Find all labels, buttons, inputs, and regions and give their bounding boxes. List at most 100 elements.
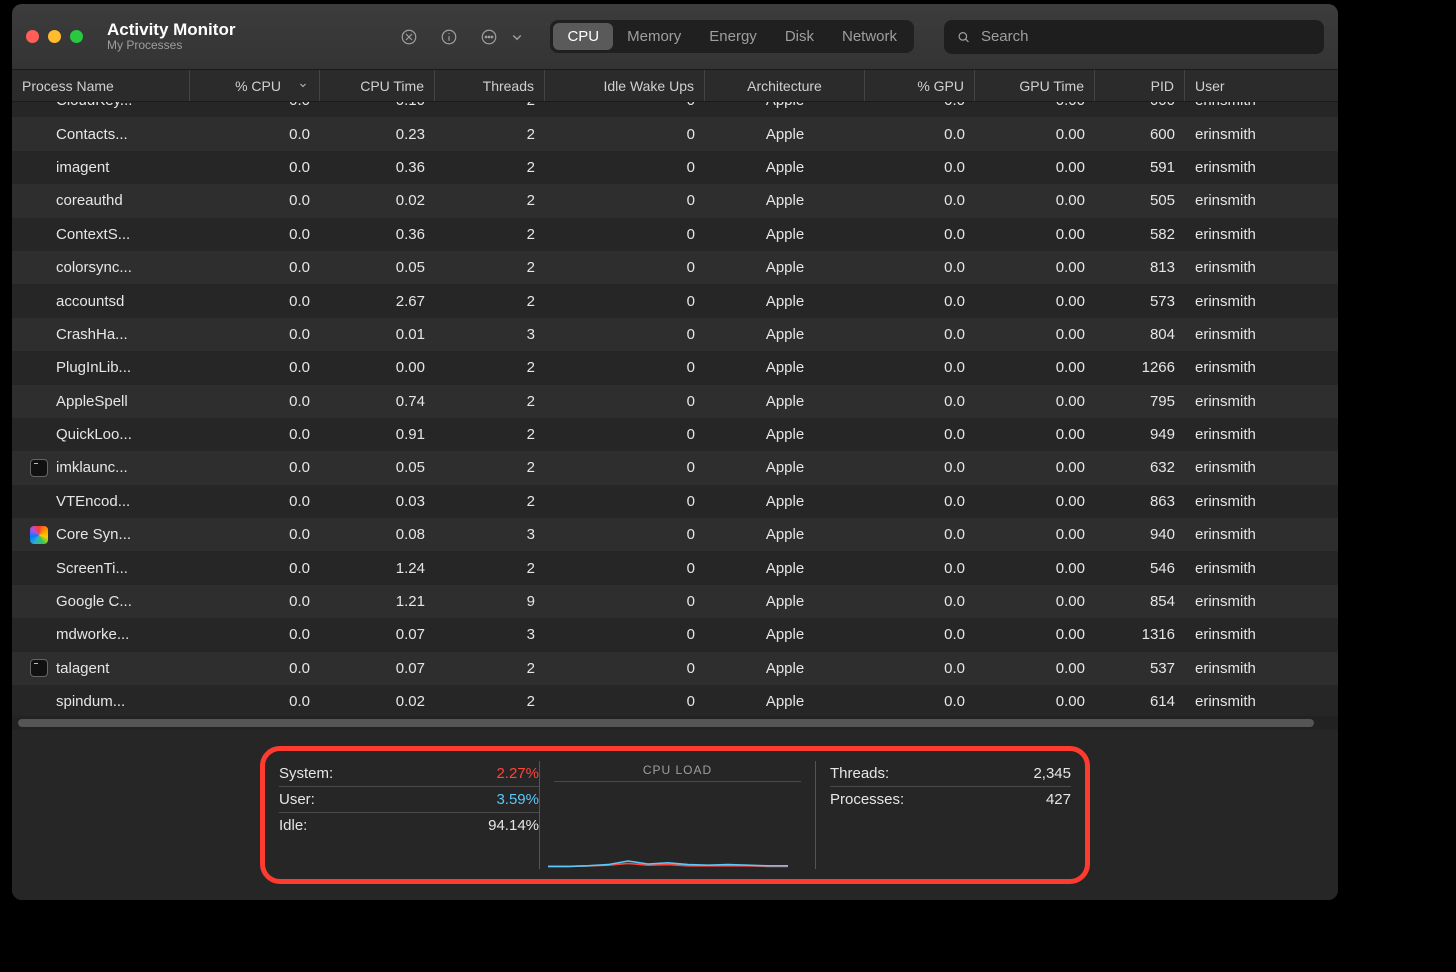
title-block: Activity Monitor My Processes — [107, 20, 235, 53]
cell-threads: 2 — [435, 126, 545, 143]
cell-threads: 2 — [435, 359, 545, 376]
tab-memory[interactable]: Memory — [613, 23, 695, 50]
options-button[interactable] — [474, 22, 504, 52]
table-row[interactable]: Contacts...0.00.2320Apple0.00.00600erins… — [12, 117, 1338, 150]
cell-cpu: 0.0 — [190, 102, 320, 109]
table-row[interactable]: Core Syn...0.00.0830Apple0.00.00940erins… — [12, 518, 1338, 551]
tab-network[interactable]: Network — [828, 23, 911, 50]
minimize-window-button[interactable] — [48, 30, 61, 43]
horizontal-scrollbar[interactable] — [12, 716, 1338, 730]
table-row[interactable]: coreauthd0.00.0220Apple0.00.00505erinsmi… — [12, 184, 1338, 217]
sort-chevron-down-icon — [281, 78, 309, 94]
cell-threads: 2 — [435, 226, 545, 243]
table-row[interactable]: ContextS...0.00.3620Apple0.00.00582erins… — [12, 218, 1338, 251]
cell-gpu: 0.0 — [865, 159, 975, 176]
column-headers: Process Name % CPU CPU TimeThreadsIdle Wak… — [12, 70, 1338, 102]
column-header-gpu-time[interactable]: GPU Time — [975, 70, 1095, 101]
cell-cpu: 0.0 — [190, 626, 320, 643]
column-header-pid[interactable]: PID — [1095, 70, 1185, 101]
column-header-label: % CPU — [235, 78, 281, 94]
cell-cpu: 0.0 — [190, 226, 320, 243]
cell-user: erinsmith — [1185, 192, 1325, 209]
column-header-architecture[interactable]: Architecture — [705, 70, 865, 101]
cell-idle: 0 — [545, 192, 705, 209]
table-row[interactable]: Google C...0.01.2190Apple0.00.00854erins… — [12, 585, 1338, 618]
cell-time: 0.91 — [320, 426, 435, 443]
tab-energy[interactable]: Energy — [695, 23, 771, 50]
table-row[interactable]: talagent0.00.0720Apple0.00.00537erinsmit… — [12, 652, 1338, 685]
cell-time: 0.36 — [320, 159, 435, 176]
column-header-label: Architecture — [747, 78, 822, 94]
user-label: User: — [279, 791, 315, 808]
zoom-window-button[interactable] — [70, 30, 83, 43]
table-row[interactable]: mdworke...0.00.0730Apple0.00.001316erins… — [12, 618, 1338, 651]
cpu-summary-box: System: 2.27% User: 3.59% Idle: 94.14% C… — [260, 746, 1090, 884]
search-input[interactable] — [979, 27, 1312, 46]
process-name: AppleSpell — [56, 393, 128, 410]
cell-threads: 2 — [435, 459, 545, 476]
table-row[interactable]: VTEncod...0.00.0320Apple0.00.00863erinsm… — [12, 485, 1338, 518]
close-window-button[interactable] — [26, 30, 39, 43]
cell-cpu: 0.0 — [190, 192, 320, 209]
table-row[interactable]: imagent0.00.3620Apple0.00.00591erinsmith — [12, 151, 1338, 184]
cell-gputime: 0.00 — [975, 626, 1095, 643]
processes-label: Processes: — [830, 791, 904, 808]
process-name: CloudKey... — [56, 102, 132, 109]
cell-pid: 949 — [1095, 426, 1185, 443]
search-field[interactable] — [944, 20, 1324, 54]
cell-cpu: 0.0 — [190, 426, 320, 443]
column-header-user[interactable]: User — [1185, 70, 1325, 101]
table-row[interactable]: imklaunc...0.00.0520Apple0.00.00632erins… — [12, 451, 1338, 484]
column-header-label: Process Name — [22, 78, 114, 94]
table-row[interactable]: CrashHa...0.00.0130Apple0.00.00804erinsm… — [12, 318, 1338, 351]
cell-arch: Apple — [705, 359, 865, 376]
column-header-idle-wake-ups[interactable]: Idle Wake Ups — [545, 70, 705, 101]
process-name: ScreenTi... — [56, 560, 128, 577]
table-row[interactable]: QuickLoo...0.00.9120Apple0.00.00949erins… — [12, 418, 1338, 451]
table-row[interactable]: accountsd0.02.6720Apple0.00.00573erinsmi… — [12, 284, 1338, 317]
cell-arch: Apple — [705, 326, 865, 343]
cell-threads: 2 — [435, 159, 545, 176]
cell-gputime: 0.00 — [975, 660, 1095, 677]
cell-idle: 0 — [545, 459, 705, 476]
column-header--gpu[interactable]: % GPU — [865, 70, 975, 101]
cell-threads: 2 — [435, 693, 545, 710]
table-row[interactable]: colorsync...0.00.0520Apple0.00.00813erin… — [12, 251, 1338, 284]
table-row[interactable]: spindum...0.00.0220Apple0.00.00614erinsm… — [12, 685, 1338, 716]
cell-cpu: 0.0 — [190, 526, 320, 543]
table-row[interactable]: PlugInLib...0.00.0020Apple0.00.001266eri… — [12, 351, 1338, 384]
cell-threads: 2 — [435, 259, 545, 276]
process-name-cell: Google C... — [12, 593, 190, 611]
column-header-process-name[interactable]: Process Name — [12, 70, 190, 101]
stop-process-button[interactable] — [394, 22, 424, 52]
cell-arch: Apple — [705, 126, 865, 143]
info-button[interactable] — [434, 22, 464, 52]
horizontal-scrollbar-thumb[interactable] — [18, 719, 1314, 727]
process-name-cell: imagent — [12, 158, 190, 176]
options-dropdown-chevron-icon[interactable] — [502, 22, 532, 52]
cell-cpu: 0.0 — [190, 126, 320, 143]
column-header--cpu[interactable]: % CPU — [190, 70, 320, 101]
cell-gputime: 0.00 — [975, 393, 1095, 410]
table-row[interactable]: ScreenTi...0.01.2420Apple0.00.00546erins… — [12, 551, 1338, 584]
cell-idle: 0 — [545, 593, 705, 610]
cell-user: erinsmith — [1185, 226, 1325, 243]
cell-arch: Apple — [705, 102, 865, 109]
cell-threads: 2 — [435, 192, 545, 209]
cell-cpu: 0.0 — [190, 493, 320, 510]
toolbar: Activity Monitor My Processes CPUMemoryE… — [12, 4, 1338, 70]
tab-disk[interactable]: Disk — [771, 23, 828, 50]
column-header-threads[interactable]: Threads — [435, 70, 545, 101]
idle-label: Idle: — [279, 817, 307, 834]
column-header-cpu-time[interactable]: CPU Time — [320, 70, 435, 101]
process-name-cell: ContextS... — [12, 225, 190, 243]
table-row[interactable]: AppleSpell0.00.7420Apple0.00.00795erinsm… — [12, 385, 1338, 418]
cell-arch: Apple — [705, 459, 865, 476]
cell-user: erinsmith — [1185, 660, 1325, 677]
cell-time: 0.07 — [320, 660, 435, 677]
cell-arch: Apple — [705, 593, 865, 610]
column-header-label: User — [1195, 78, 1225, 94]
tab-cpu[interactable]: CPU — [553, 23, 613, 50]
idle-value: 94.14% — [488, 817, 539, 834]
table-row[interactable]: CloudKey...0.00.1020Apple0.00.00000erins… — [12, 102, 1338, 117]
